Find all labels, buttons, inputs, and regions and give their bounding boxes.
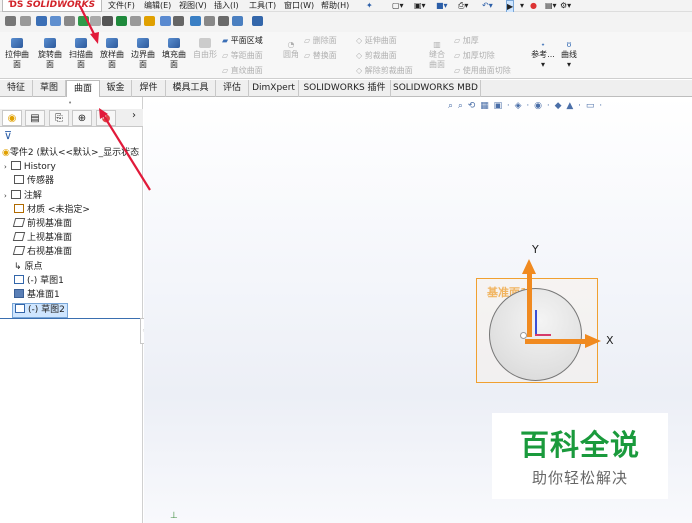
annotation-arrows (79, 5, 151, 191)
